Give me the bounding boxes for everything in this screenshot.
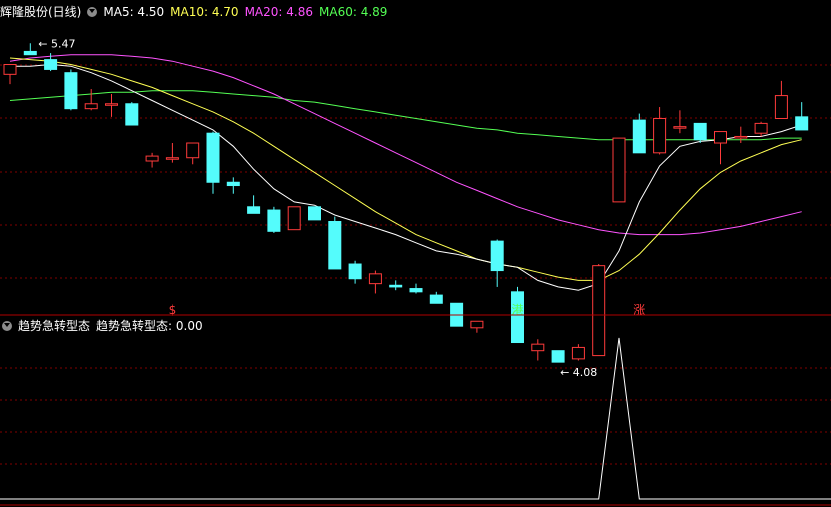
candle[interactable]: [125, 102, 139, 126]
candle-body: [308, 206, 321, 221]
candle-body: [734, 135, 748, 139]
candle[interactable]: [612, 137, 626, 203]
main-header: 辉隆股份(日线) MA5: 4.50 MA10: 4.70 MA20: 4.86 MA6…: [0, 4, 393, 20]
candle-body: [44, 59, 58, 70]
min-price-label: ← 4.08: [560, 366, 597, 379]
candle-body: [389, 284, 403, 288]
candle-body: [653, 117, 667, 154]
indicator-panel[interactable]: [0, 337, 831, 506]
candle-body: [105, 103, 118, 106]
candle[interactable]: [693, 122, 707, 144]
candle-body: [511, 291, 524, 344]
candle[interactable]: [551, 350, 565, 363]
ma5-line: [10, 63, 802, 291]
candle-body: [714, 131, 727, 144]
ma5-label: MA5: 4.50: [103, 5, 165, 19]
candle-body: [795, 116, 809, 131]
ma10-line: [9, 57, 802, 281]
candle-body: [125, 103, 139, 126]
candle-body: [348, 263, 362, 280]
candle-body: [186, 142, 200, 159]
candle[interactable]: [774, 80, 788, 119]
indicator-value: 趋势急转型态: 0.00: [96, 319, 203, 333]
candle-body: [470, 320, 484, 329]
candle-body: [328, 221, 342, 270]
candle[interactable]: [470, 320, 484, 333]
candle[interactable]: [734, 126, 748, 144]
candle-body: [632, 119, 646, 154]
candle[interactable]: [206, 131, 220, 194]
candle[interactable]: [795, 102, 809, 131]
candle-body: [531, 343, 545, 352]
candle[interactable]: [673, 110, 687, 134]
candle[interactable]: [247, 195, 261, 214]
candle-body: [612, 137, 626, 203]
candle[interactable]: [531, 339, 545, 361]
candle-body: [145, 155, 159, 162]
candle-body: [206, 132, 220, 183]
ma20-label: MA20: 4.86: [244, 5, 313, 19]
candle[interactable]: [328, 216, 342, 270]
candle-body: [571, 346, 585, 360]
candle[interactable]: [186, 142, 200, 165]
candle[interactable]: [145, 152, 159, 168]
candle[interactable]: [105, 93, 118, 117]
candle-body: [165, 157, 179, 160]
candle[interactable]: [23, 43, 37, 56]
candle-body: [551, 350, 565, 363]
candle-body: [287, 206, 301, 231]
candle-body: [368, 273, 382, 285]
candle[interactable]: [84, 89, 98, 111]
candle[interactable]: [653, 107, 667, 155]
candle-body: [23, 50, 37, 56]
stock-title: 辉隆股份(日线): [0, 5, 82, 19]
candle-body: [754, 122, 768, 134]
candle[interactable]: [571, 344, 585, 361]
max-price-label: ← 5.47: [38, 37, 75, 50]
candle[interactable]: [368, 270, 382, 294]
candle-body: [247, 206, 261, 214]
kline-chart[interactable]: ← 5.47 ← 4.08 $ 港涨: [0, 0, 831, 507]
candle-body: [226, 181, 240, 187]
indicator-header: 趋势急转型态 趋势急转型态: 0.00: [0, 318, 209, 334]
candle[interactable]: [754, 121, 768, 137]
indicator-dropdown-icon[interactable]: [2, 321, 12, 331]
settings-dropdown-icon[interactable]: [87, 7, 98, 17]
candle[interactable]: [267, 206, 281, 233]
candle-body: [429, 294, 443, 304]
candle[interactable]: [632, 113, 646, 154]
candle[interactable]: [348, 260, 362, 284]
candle-body: [693, 122, 707, 141]
candle[interactable]: [429, 291, 443, 304]
candle-body: [84, 103, 98, 110]
candle-body: [774, 95, 788, 119]
candle-body: [3, 64, 17, 75]
candle[interactable]: [64, 69, 78, 111]
candle[interactable]: [287, 206, 301, 231]
candle[interactable]: [389, 280, 403, 291]
indicator-line: [0, 337, 831, 500]
candle[interactable]: [714, 131, 727, 165]
candle[interactable]: [592, 264, 606, 357]
ma60-label: MA60: 4.89: [319, 5, 388, 19]
candle-body: [267, 209, 281, 232]
candle-body: [64, 72, 78, 110]
candle[interactable]: [165, 143, 179, 163]
candle[interactable]: [490, 239, 504, 287]
candle[interactable]: [409, 283, 423, 294]
candle-body: [673, 126, 687, 129]
candle[interactable]: [226, 177, 240, 194]
ma10-label: MA10: 4.70: [170, 5, 239, 19]
candle-body: [409, 288, 423, 293]
candle-body: [490, 240, 504, 272]
indicator-name: 趋势急转型态: [18, 319, 91, 333]
candle[interactable]: [308, 206, 321, 221]
candle[interactable]: [3, 64, 17, 85]
candle-body: [592, 265, 606, 357]
